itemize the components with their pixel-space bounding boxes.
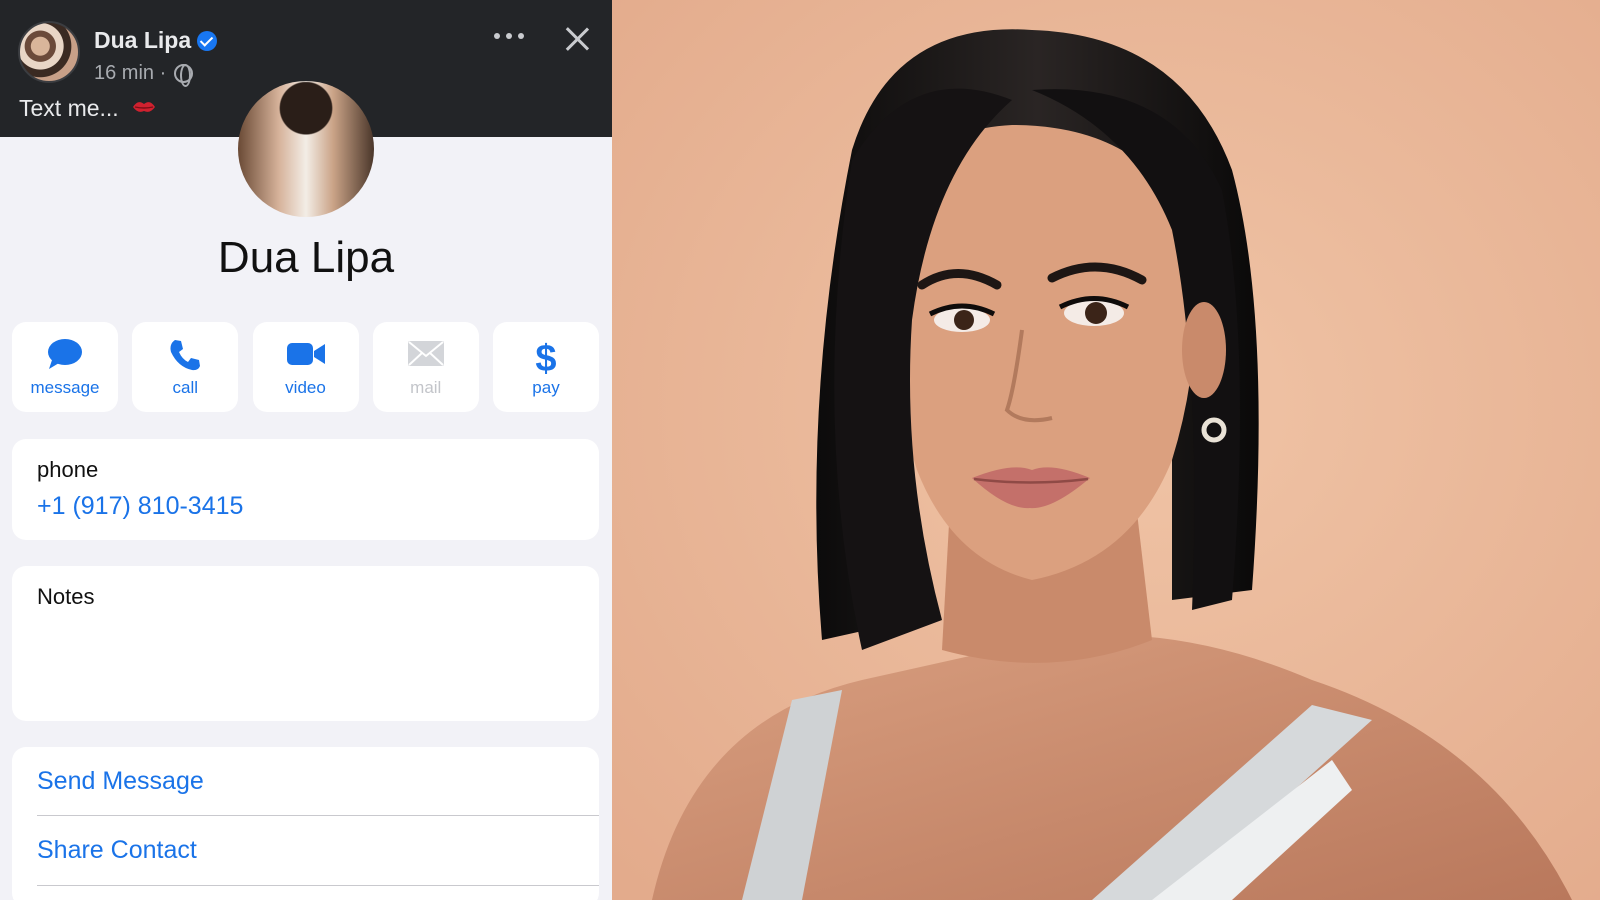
mail-action-label: mail [410, 378, 442, 397]
phone-number-link[interactable]: +1 (917) 810-3415 [37, 492, 243, 521]
kiss-lips-icon [133, 102, 155, 112]
portrait-photo [612, 0, 1600, 900]
video-action-label: video [285, 378, 326, 397]
notes-card[interactable]: Notes [12, 566, 599, 721]
post-author-avatar[interactable] [18, 21, 80, 83]
contact-name: Dua Lipa [217, 233, 395, 282]
contact-links-card: Send Message Share Contact [12, 747, 599, 900]
more-options-icon[interactable] [494, 28, 524, 44]
post-text: Text me... [19, 95, 119, 121]
contact-action-row: message call video mail $ pay [12, 322, 599, 412]
envelope-icon [407, 341, 444, 366]
pay-action-label: pay [532, 378, 560, 397]
portrait-illustration [612, 0, 1600, 900]
message-action-label: message [30, 378, 100, 397]
phone-icon [170, 340, 201, 371]
send-message-link[interactable]: Send Message [37, 767, 204, 796]
mail-action-button[interactable]: mail [372, 322, 479, 412]
video-action-button[interactable]: video [252, 322, 359, 412]
divider [37, 885, 599, 886]
dollar-icon: $ [535, 338, 556, 376]
close-icon[interactable] [562, 24, 592, 54]
video-camera-icon [286, 343, 325, 365]
phone-label: phone [37, 457, 99, 482]
divider [37, 815, 599, 816]
share-contact-link[interactable]: Share Contact [37, 836, 197, 865]
pay-action-button[interactable]: $ pay [493, 322, 599, 412]
svg-text:$: $ [535, 338, 556, 376]
post-author-name[interactable]: Dua Lipa [94, 27, 191, 54]
contact-panel: Dua Lipa 16 min · Text me... Dua Lipa me… [0, 0, 612, 900]
globe-icon [174, 64, 193, 87]
message-action-button[interactable]: message [12, 322, 118, 412]
verified-badge-icon [197, 31, 217, 51]
notes-label: Notes [37, 584, 95, 609]
message-bubble-icon [48, 339, 82, 369]
phone-card: phone +1 (917) 810-3415 [12, 439, 599, 540]
call-action-label: call [172, 378, 198, 397]
contact-avatar [238, 81, 374, 217]
post-timestamp: 16 min · [94, 62, 167, 84]
call-action-button[interactable]: call [132, 322, 239, 412]
